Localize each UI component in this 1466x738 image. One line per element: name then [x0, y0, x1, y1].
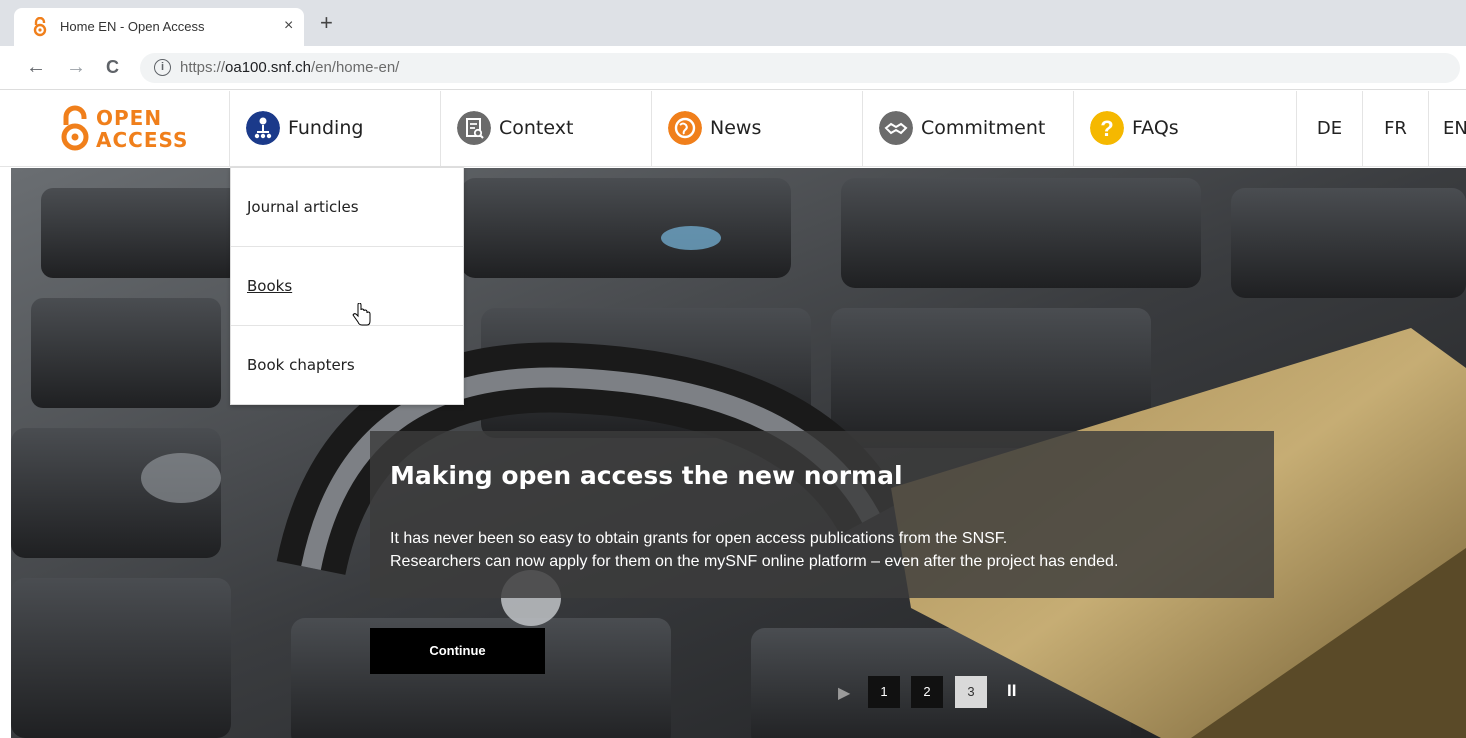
site-navigation: OPEN ACCESS Funding Context News Commitm… [0, 91, 1466, 167]
commitment-icon [879, 111, 913, 145]
hero-title: Making open access the new normal [390, 461, 903, 490]
hero-text: It has never been so easy to obtain gran… [390, 530, 1119, 570]
lang-en[interactable]: EN [1428, 91, 1466, 167]
address-bar[interactable]: i https://oa100.snf.ch/en/home-en/ [140, 53, 1460, 83]
logo-text: OPEN ACCESS [96, 106, 189, 152]
forward-icon[interactable]: → [66, 56, 86, 78]
tab-title: Home EN - Open Access [60, 19, 205, 34]
open-access-logo[interactable]: OPEN ACCESS [60, 105, 210, 155]
browser-tabstrip: Home EN - Open Access × + [0, 0, 1466, 46]
hero-caption: Making open access the new normal It has… [370, 431, 1274, 598]
funding-icon [246, 111, 280, 145]
back-icon[interactable]: ← [26, 56, 46, 78]
slide-page-1[interactable]: 1 [868, 676, 900, 708]
browser-tab[interactable]: Home EN - Open Access × [14, 8, 304, 46]
svg-text:?: ? [1100, 116, 1113, 141]
faqs-icon: ? [1090, 111, 1124, 145]
nav-label-context: Context [499, 117, 574, 139]
nav-label-faqs: FAQs [1132, 117, 1179, 139]
dropdown-item-journal-articles[interactable]: Journal articles [231, 168, 463, 247]
context-icon [457, 111, 491, 145]
nav-label-funding: Funding [288, 117, 364, 139]
lang-fr[interactable]: FR [1362, 91, 1428, 167]
nav-commitment[interactable]: Commitment [862, 91, 1073, 167]
play-icon[interactable]: ▶ [838, 683, 850, 703]
url-text: https://oa100.snf.ch/en/home-en/ [180, 59, 400, 76]
pause-icon[interactable]: II [1007, 681, 1016, 701]
open-access-favicon-icon [33, 17, 47, 37]
dropdown-item-book-chapters[interactable]: Book chapters [231, 326, 463, 405]
dropdown-item-books[interactable]: Books [231, 247, 463, 326]
nav-context[interactable]: Context [440, 91, 651, 167]
slide-page-2[interactable]: 2 [911, 676, 943, 708]
close-tab-icon[interactable]: × [284, 17, 293, 35]
new-tab-icon[interactable]: + [320, 12, 333, 34]
funding-dropdown: Journal articles Books Book chapters [230, 167, 464, 405]
nav-label-commitment: Commitment [921, 117, 1046, 139]
site-info-icon[interactable]: i [154, 59, 171, 76]
nav-funding[interactable]: Funding [229, 91, 440, 167]
nav-faqs[interactable]: ? FAQs [1073, 91, 1296, 167]
hand-cursor-icon [352, 303, 371, 326]
slide-page-3[interactable]: 3 [955, 676, 987, 708]
lang-de[interactable]: DE [1296, 91, 1362, 167]
news-icon [668, 111, 702, 145]
reload-icon[interactable]: C [106, 56, 119, 78]
nav-news[interactable]: News [651, 91, 862, 167]
browser-toolbar: ← → C i https://oa100.snf.ch/en/home-en/ [0, 46, 1466, 90]
nav-label-news: News [710, 117, 762, 139]
continue-button[interactable]: Continue [370, 628, 545, 674]
open-access-logo-icon [61, 105, 89, 151]
